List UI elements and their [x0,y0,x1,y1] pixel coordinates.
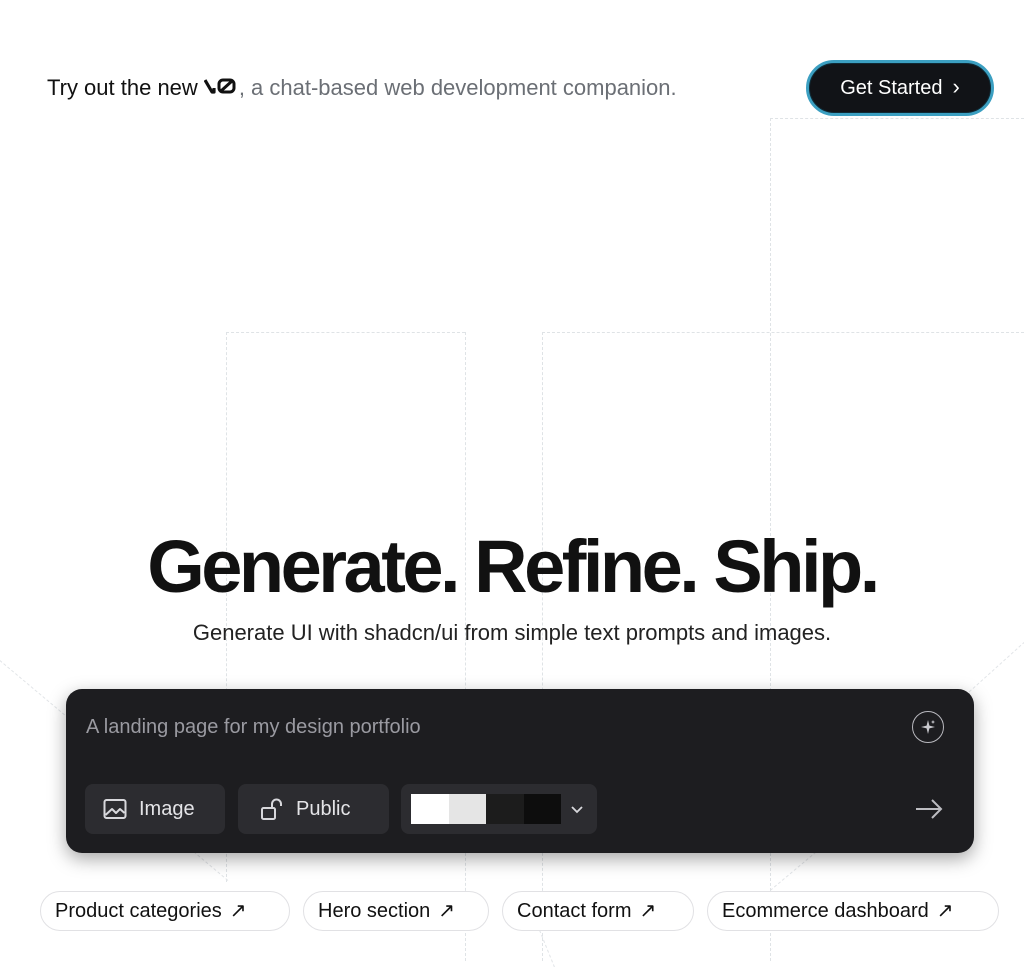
arrow-up-right-icon: ↗ [438,900,456,922]
visibility-button[interactable]: Public [238,784,389,834]
v0-logo-icon [203,78,236,94]
prompt-input[interactable] [84,709,888,745]
suggestion-label: Ecommerce dashboard [722,899,929,922]
prompt-box: Image Public [66,689,974,853]
arrow-up-right-icon: ↗ [229,900,247,922]
suggestion-label: Product categories [55,899,222,922]
theme-swatch [411,794,449,824]
theme-select[interactable] [401,784,597,834]
arrow-up-right-icon: ↗ [639,900,657,922]
suggestion-label: Hero section [318,899,431,922]
announcement-lead: Try out the new [47,75,198,100]
hero-title: Generate. Refine. Ship. [147,525,880,608]
send-button[interactable] [912,793,946,825]
chevron-down-icon [571,806,583,814]
suggestion-chip[interactable]: Hero section ↗ [303,891,489,931]
image-button-label: Image [139,797,195,820]
v0-logo [203,75,238,101]
sparkles-icon [921,720,935,734]
image-icon [103,799,127,819]
announcement-rest: , a chat-based web development companion… [238,75,677,100]
arrow-right-icon [916,799,943,819]
unlock-icon [261,798,282,820]
theme-swatch [448,794,486,824]
theme-swatch [523,794,561,824]
arrow-up-right-icon: ↗ [936,900,954,922]
hero-subtitle: Generate UI with shadcn/ui from simple t… [192,620,832,645]
image-upload-button[interactable]: Image [85,784,225,834]
enhance-prompt-button[interactable] [912,711,944,743]
get-started-label: Get Started [840,76,943,99]
suggestion-chip[interactable]: Product categories ↗ [40,891,290,931]
announcement-text: Try out the new , a chat-based web devel… [47,72,677,104]
suggestion-label: Contact form [517,899,632,922]
get-started-button[interactable]: Get Started › [806,60,994,116]
theme-swatch [486,794,524,824]
visibility-button-label: Public [296,797,351,820]
suggestion-chip[interactable]: Ecommerce dashboard ↗ [707,891,999,931]
theme-swatches [411,794,561,824]
chevron-right-icon: › [952,74,960,99]
suggestion-chips: Product categories ↗ Hero section ↗ Cont… [0,891,1024,931]
suggestion-chip[interactable]: Contact form ↗ [502,891,694,931]
